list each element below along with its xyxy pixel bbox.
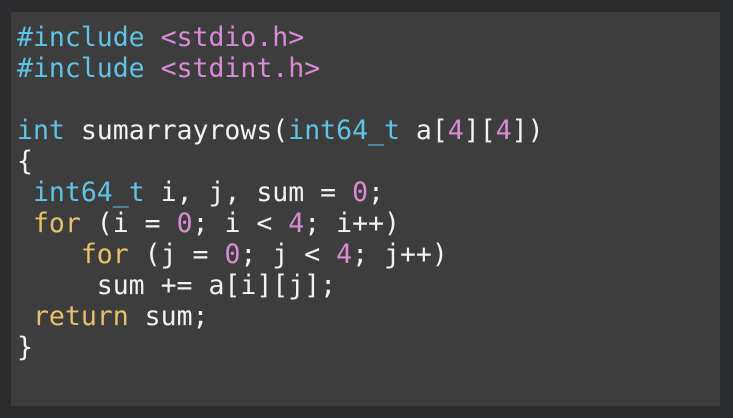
code-token-directive: #include — [17, 22, 145, 53]
code-token-ident: sum; — [128, 301, 209, 332]
code-token-ident: ; i++) — [304, 208, 400, 239]
code-line: #include <stdio.h> — [17, 22, 544, 53]
screenshot-frame: #include <stdio.h> #include <stdint.h> int… — [0, 0, 733, 418]
code-token-ident: (i = — [80, 208, 177, 239]
code-token-ident: ; j++) — [352, 239, 448, 270]
code-token-header: <stdint.h> — [160, 53, 321, 84]
code-token-punct — [145, 22, 161, 53]
code-token-ident: i, j, sum = — [144, 177, 353, 208]
code-line: int64_t i, j, sum = 0; — [17, 177, 544, 208]
code-token-ident: { — [17, 146, 33, 177]
code-line: int sumarrayrows(int64_t a[4][4]) — [17, 115, 544, 146]
code-token-keyword: for — [32, 208, 81, 239]
code-token-number: 4 — [447, 115, 464, 146]
code-token-number: 0 — [176, 208, 193, 239]
code-token-punct — [17, 208, 33, 239]
code-token-punct — [17, 177, 33, 208]
code-token-keyword: return — [32, 301, 129, 332]
code-token-type: int64_t — [32, 177, 145, 208]
code-token-ident: a[ — [399, 115, 448, 146]
code-token-type: int — [17, 115, 65, 146]
code-line: for (i = 0; i < 4; i++) — [17, 208, 544, 239]
code-token-punct — [17, 301, 33, 332]
code-line: sum += a[i][j]; — [17, 270, 544, 301]
code-token-keyword: for — [80, 239, 129, 270]
code-token-ident: ; j < — [240, 239, 337, 270]
code-token-punct — [145, 53, 161, 84]
code-token-ident: } — [17, 332, 33, 363]
code-line: { — [17, 146, 544, 177]
code-token-ident: ][ — [463, 115, 496, 146]
code-line: } — [17, 332, 544, 363]
code-token-number: 0 — [352, 177, 369, 208]
code-editor[interactable]: #include <stdio.h> #include <stdint.h> int… — [11, 12, 720, 406]
code-token-ident: sum += a[i][j]; — [17, 270, 337, 301]
code-block: #include <stdio.h> #include <stdint.h> int… — [17, 22, 544, 363]
code-token-number: 4 — [288, 208, 305, 239]
code-token-ident: (j = — [128, 239, 225, 270]
code-token-type: int64_t — [288, 115, 400, 146]
code-token-directive: #include — [17, 53, 145, 84]
code-token-number: 0 — [224, 239, 241, 270]
code-token-punct — [17, 239, 81, 270]
code-line: return sum; — [17, 301, 544, 332]
code-token-number: 4 — [495, 115, 512, 146]
code-token-number: 4 — [336, 239, 353, 270]
code-token-ident: ; — [368, 177, 385, 208]
code-token-ident: sumarrayrows( — [64, 115, 289, 146]
code-line: for (j = 0; j < 4; j++) — [17, 239, 544, 270]
code-token-ident: ; i < — [192, 208, 289, 239]
code-token-header: <stdio.h> — [160, 22, 305, 53]
code-line: #include <stdint.h> — [17, 53, 544, 84]
code-token-ident: ]) — [511, 115, 544, 146]
